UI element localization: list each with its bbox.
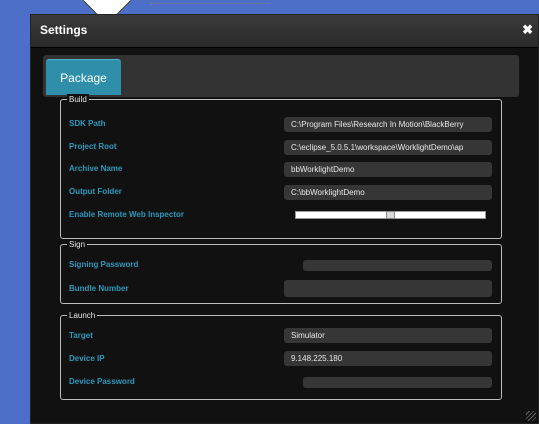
sdk-path-label: SDK Path: [69, 119, 106, 128]
signing-password-field[interactable]: [303, 260, 492, 271]
target-field[interactable]: [284, 328, 492, 343]
close-icon[interactable]: ✖: [522, 22, 533, 38]
top-dotted-line: [150, 3, 270, 7]
tab-strip: Package: [43, 55, 519, 97]
remote-inspector-label: Enable Remote Web Inspector: [69, 210, 184, 219]
sign-legend: Sign: [67, 239, 88, 250]
dialog-title: Settings: [40, 23, 88, 37]
resize-grip[interactable]: [526, 411, 536, 421]
device-ip-field[interactable]: [284, 351, 492, 366]
signing-password-label: Signing Password: [69, 260, 139, 269]
settings-dialog: Settings ✖ Package Build SDK Path Projec…: [30, 14, 539, 424]
launch-legend: Launch: [67, 310, 98, 321]
output-folder-label: Output Folder: [69, 187, 122, 196]
slider-thumb[interactable]: [386, 211, 395, 219]
device-password-field[interactable]: [303, 377, 492, 388]
archive-name-label: Archive Name: [69, 164, 123, 173]
archive-name-field[interactable]: [284, 162, 492, 177]
build-group: Build SDK Path Project Root Archive Name…: [60, 94, 502, 239]
remote-inspector-slider[interactable]: [295, 211, 486, 219]
project-root-label: Project Root: [69, 142, 117, 151]
tab-package[interactable]: Package: [46, 59, 121, 95]
build-legend: Build: [67, 94, 89, 105]
output-folder-field[interactable]: [284, 185, 492, 200]
project-root-field[interactable]: [284, 140, 492, 155]
launch-group: Launch Target Device IP Device Password: [60, 310, 502, 400]
device-password-label: Device Password: [69, 377, 135, 386]
target-label: Target: [69, 331, 93, 340]
bundle-number-field[interactable]: [284, 280, 492, 297]
bundle-number-label: Bundle Number: [69, 284, 129, 293]
device-ip-label: Device IP: [69, 354, 105, 363]
dialog-titlebar[interactable]: Settings ✖: [31, 15, 538, 48]
sign-group: Sign Signing Password Bundle Number: [60, 239, 502, 304]
sdk-path-field[interactable]: [284, 117, 492, 132]
